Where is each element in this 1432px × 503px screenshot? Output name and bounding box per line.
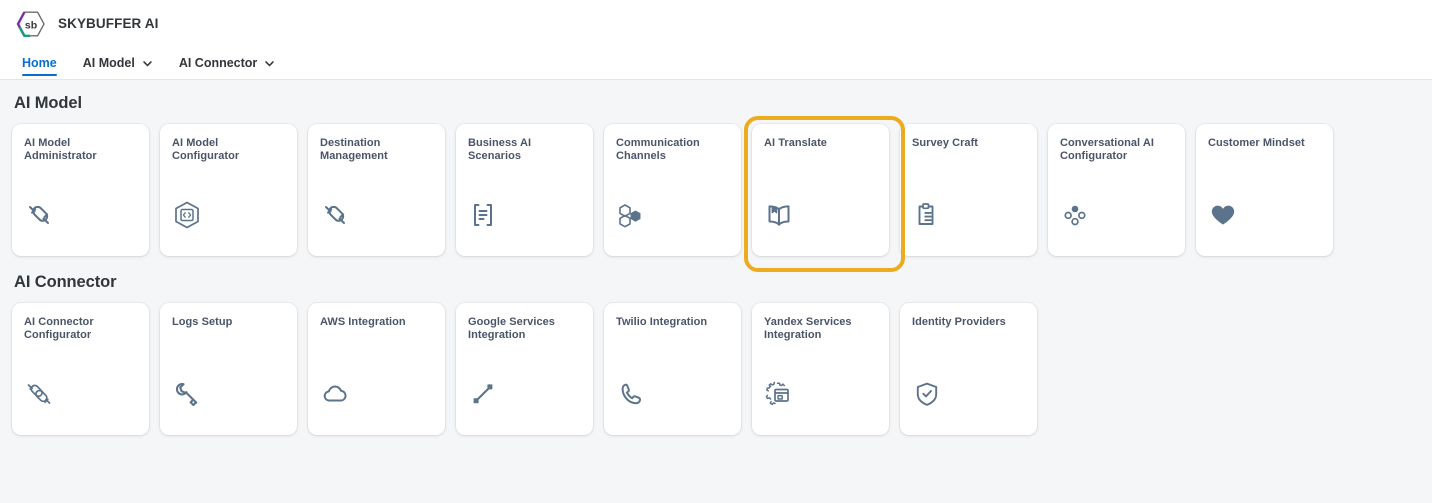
group-ai-model: AI Model AI Model Administrator AI Model…	[12, 80, 1420, 272]
hexagon-cluster-icon	[616, 200, 646, 230]
tile-slot: Survey Craft	[900, 124, 1037, 256]
chevron-down-icon[interactable]	[142, 58, 153, 69]
tile-title: AI Model Administrator	[24, 137, 97, 162]
tile-slot-selected: AI Translate	[744, 116, 905, 272]
tile-conversational-ai-configurator[interactable]: Conversational AI Configurator	[1048, 124, 1185, 256]
tile-ai-model-configurator[interactable]: AI Model Configurator	[160, 124, 297, 256]
tile-slot: Twilio Integration	[604, 303, 741, 435]
brand-area[interactable]: sb SKYBUFFER AI	[16, 9, 158, 39]
shield-check-icon	[912, 379, 942, 409]
tile-title: Destination Management	[320, 137, 388, 162]
app-title: SKYBUFFER AI	[58, 16, 159, 31]
nav-item-label: AI Model	[82, 56, 135, 70]
document-list-icon	[468, 200, 498, 230]
tile-slot: Communication Channels	[604, 124, 741, 256]
tile-title: Business AI Scenarios	[468, 137, 532, 162]
tile-aws-integration[interactable]: AWS Integration	[308, 303, 445, 435]
tile-slot: Destination Management	[308, 124, 445, 256]
skybuffer-hexagon-logo-icon: sb	[16, 9, 46, 39]
cloud-icon	[320, 379, 350, 409]
nav-item-label: AI Connector	[178, 56, 258, 70]
tile-customer-mindset[interactable]: Customer Mindset	[1196, 124, 1333, 256]
tile-row: AI Connector Configurator Logs Setup AWS…	[12, 303, 1420, 435]
tile-slot: AI Connector Configurator	[12, 303, 149, 435]
tile-business-ai-scenarios[interactable]: Business AI Scenarios	[456, 124, 593, 256]
tile-title: Communication Channels	[616, 137, 700, 162]
shell-header: sb SKYBUFFER AI	[0, 0, 1432, 47]
tile-slot: Identity Providers	[900, 303, 1037, 435]
tile-title: Google Services Integration	[468, 316, 555, 341]
tile-destination-management[interactable]: Destination Management	[308, 124, 445, 256]
connector-plug-icon	[24, 200, 54, 230]
tile-slot: Business AI Scenarios	[456, 124, 593, 256]
main-navigation: Home AI Model AI Connector	[0, 47, 1432, 80]
tile-ai-connector-configurator[interactable]: AI Connector Configurator	[12, 303, 149, 435]
tile-slot: Customer Mindset	[1196, 124, 1333, 256]
group-ai-connector: AI Connector AI Connector Configurator L…	[12, 259, 1420, 435]
tile-title: AI Translate	[764, 137, 827, 149]
group-title: AI Connector	[14, 273, 117, 291]
tile-survey-craft[interactable]: Survey Craft	[900, 124, 1037, 256]
tile-title: Customer Mindset	[1208, 137, 1305, 149]
wrench-icon	[172, 379, 202, 409]
tile-slot: AWS Integration	[308, 303, 445, 435]
gear-window-icon	[764, 379, 794, 409]
tile-slot: Google Services Integration	[456, 303, 593, 435]
tile-title: Twilio Integration	[616, 316, 708, 328]
hexagon-chip-icon	[172, 200, 202, 230]
tile-slot: AI Model Administrator	[12, 124, 149, 256]
tile-yandex-services-integration[interactable]: Yandex Services Integration	[752, 303, 889, 435]
tile-identity-providers[interactable]: Identity Providers	[900, 303, 1037, 435]
tile-title: AWS Integration	[320, 316, 406, 328]
connector-plug-pair-icon	[24, 379, 54, 409]
tile-slot: Conversational AI Configurator	[1048, 124, 1185, 256]
tile-title: Conversational AI Configurator	[1060, 137, 1154, 162]
tile-twilio-integration[interactable]: Twilio Integration	[604, 303, 741, 435]
svg-text:sb: sb	[25, 19, 37, 31]
nav-active-underline	[22, 73, 57, 76]
tile-slot: Yandex Services Integration	[752, 303, 889, 435]
tile-title: AI Connector Configurator	[24, 316, 94, 341]
diagonal-link-icon	[468, 379, 498, 409]
nav-item-home[interactable]: Home	[18, 47, 70, 79]
tile-title: Survey Craft	[912, 137, 979, 149]
tile-logs-setup[interactable]: Logs Setup	[160, 303, 297, 435]
nav-item-ai-model[interactable]: AI Model	[70, 47, 166, 79]
tile-slot: AI Model Configurator	[160, 124, 297, 256]
tile-ai-translate[interactable]: AI Translate	[752, 124, 889, 256]
tile-google-services-integration[interactable]: Google Services Integration	[456, 303, 593, 435]
clipboard-list-icon	[912, 200, 942, 230]
group-title: AI Model	[14, 94, 82, 112]
nav-item-ai-connector[interactable]: AI Connector	[166, 47, 288, 79]
connector-plug-icon	[320, 200, 350, 230]
tile-title: Logs Setup	[172, 316, 233, 328]
open-book-icon	[764, 200, 794, 230]
chevron-down-icon[interactable]	[264, 58, 275, 69]
tile-communication-channels[interactable]: Communication Channels	[604, 124, 741, 256]
tile-slot: Logs Setup	[160, 303, 297, 435]
heart-icon	[1208, 200, 1238, 230]
nav-item-label: Home	[22, 56, 57, 70]
dot-cluster-icon	[1060, 200, 1090, 230]
tile-title: Yandex Services Integration	[764, 316, 852, 341]
phone-icon	[616, 379, 646, 409]
tile-ai-model-administrator[interactable]: AI Model Administrator	[12, 124, 149, 256]
page-content: AI Model AI Model Administrator AI Model…	[0, 80, 1432, 503]
tile-row: AI Model Administrator AI Model Configur…	[12, 116, 1420, 272]
tile-title: AI Model Configurator	[172, 137, 240, 162]
tile-title: Identity Providers	[912, 316, 1006, 328]
